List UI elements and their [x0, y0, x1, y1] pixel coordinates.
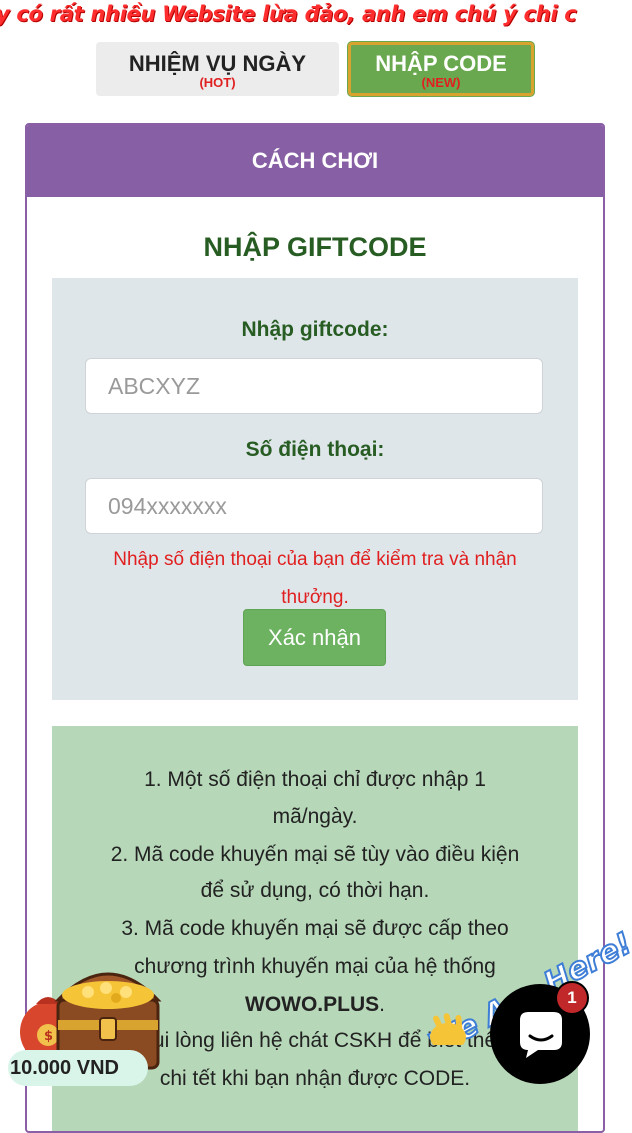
prize-amount: 10.000 VND [10, 1056, 119, 1079]
page-title: NHẬP GIFTCODE [203, 232, 427, 262]
brand-name: WOWO.PLUS [245, 993, 380, 1016]
phone-input[interactable] [85, 478, 543, 534]
tab-enter-code[interactable]: NHẬP CODE (NEW) [348, 42, 534, 96]
rule-line: mã/ngày. [272, 805, 358, 828]
tab-daily-missions[interactable]: NHIỆM VỤ NGÀY (HOT) [96, 42, 339, 96]
waving-hand-icon [430, 1013, 466, 1045]
scam-warning-marquee: y có rất nhiều Website lừa đảo, anh em c… [0, 0, 632, 34]
hot-tag: (HOT) [199, 75, 236, 90]
rule-line: để sử dụng, có thời hạn. [200, 879, 430, 902]
phone-hint: Nhập số điện thoại của bạn để kiểm tra v… [113, 549, 517, 608]
how-to-play-header[interactable]: CÁCH CHƠI [27, 125, 603, 197]
rule-line: 2. Mã code khuyến mại sẽ tùy vào điều ki… [110, 843, 520, 866]
marquee-text: y có rất nhiều Website lừa đảo, anh em c… [0, 2, 577, 26]
svg-text:$: $ [44, 1029, 53, 1044]
chat-notification-badge: 1 [555, 981, 589, 1015]
tab-daily-missions-label: NHIỆM VỤ NGÀY [128, 51, 307, 76]
prize-amount-badge[interactable]: 10.000 VND [8, 1050, 148, 1086]
giftcode-label: Nhập giftcode: [241, 318, 389, 341]
new-tag: (NEW) [421, 75, 461, 90]
rule-line: 1. Một số điện thoại chỉ được nhập 1 [144, 768, 486, 791]
submit-button[interactable]: Xác nhận [243, 609, 386, 666]
tab-enter-code-label: NHẬP CODE [375, 51, 507, 76]
giftcode-input[interactable] [85, 358, 543, 414]
phone-label: Số điện thoại: [245, 438, 385, 461]
giftcode-form: Nhập giftcode: Số điện thoại: Nhập số đi… [52, 278, 578, 700]
